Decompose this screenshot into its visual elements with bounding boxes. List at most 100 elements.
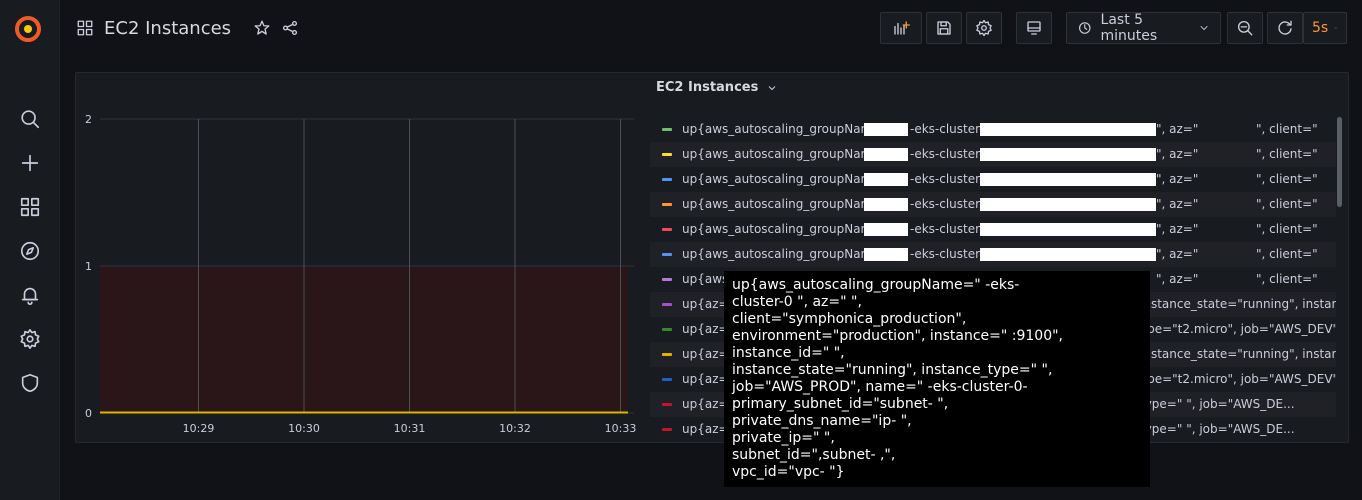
time-range-picker[interactable]: Last 5 minutes <box>1066 12 1221 44</box>
legend-color-swatch[interactable] <box>662 228 672 231</box>
graph-plot[interactable]: 0 1 2 10:29 10:30 10:31 10:32 10:33 <box>76 73 636 444</box>
dashboards-icon[interactable] <box>18 195 42 219</box>
legend-item[interactable]: up{aws_autoscaling_groupName=" -eks-clust… <box>650 217 1336 242</box>
tooltip-line: environment="production", instance=" :91… <box>732 328 1064 344</box>
tooltip-line: instance_state="running", instance_type=… <box>732 362 1053 378</box>
zoom-out-icon <box>1237 20 1253 36</box>
redaction-mask <box>980 248 1156 261</box>
legend-color-swatch[interactable] <box>662 428 672 431</box>
add-panel-button[interactable] <box>880 12 922 44</box>
x-tick-label: 10:32 <box>499 422 531 435</box>
redaction-mask <box>864 123 908 136</box>
legend-label-part: ", client=" <box>1256 122 1318 136</box>
x-tick-label: 10:29 <box>183 422 215 435</box>
legend-label-part: ", az=" <box>1156 147 1199 161</box>
legend-color-swatch[interactable] <box>662 278 672 281</box>
refresh-interval-label: 5s <box>1312 20 1329 36</box>
y-tick-label: 2 <box>85 113 92 126</box>
redaction-mask <box>980 223 1156 236</box>
redaction-mask <box>980 148 1156 161</box>
legend-label-part: ", az=" <box>1156 122 1199 136</box>
chevron-down-icon <box>1200 26 1208 30</box>
plus-icon[interactable] <box>18 151 42 175</box>
panel-header[interactable]: EC2 Instances <box>656 80 778 95</box>
legend-color-swatch[interactable] <box>662 378 672 381</box>
legend-scrollbar[interactable] <box>1337 117 1342 207</box>
zoom-out-button[interactable] <box>1227 12 1263 44</box>
monitor-icon <box>1027 21 1041 35</box>
legend-label-part: type=" ", job="AWS_DE... <box>1140 422 1295 436</box>
tooltip-line: private_dns_name="ip- ", <box>732 413 912 429</box>
refresh-interval-picker[interactable]: 5s <box>1303 12 1347 44</box>
panel-title: EC2 Instances <box>656 80 759 95</box>
legend-item[interactable]: up{aws_autoscaling_groupName=" -eks-clust… <box>650 192 1336 217</box>
legend-item[interactable]: up{aws_autoscaling_groupName=" -eks-clust… <box>650 242 1336 267</box>
grafana-logo-icon[interactable] <box>12 12 44 44</box>
legend-color-swatch[interactable] <box>662 328 672 331</box>
y-tick-label: 0 <box>85 407 92 420</box>
legend-label-part: ype="t2.micro", job="AWS_DEV", n... <box>1140 322 1336 336</box>
dashboard-title-wrap: EC2 Instances <box>76 14 299 42</box>
legend-label-part: ", client=" <box>1256 197 1318 211</box>
redaction-mask <box>864 248 908 261</box>
redaction-mask <box>980 123 1156 136</box>
redaction-mask <box>864 223 908 236</box>
redaction-mask <box>864 198 908 211</box>
legend-color-swatch[interactable] <box>662 203 672 206</box>
tooltip-line: cluster-0 ", az=" ", <box>732 294 862 310</box>
legend-color-swatch[interactable] <box>662 128 672 131</box>
x-tick-label: 10:30 <box>288 422 320 435</box>
refresh-button[interactable] <box>1267 12 1303 44</box>
tooltip-line: up{aws_autoscaling_groupName=" -eks- <box>732 277 1020 293</box>
legend-item[interactable]: up{aws_autoscaling_groupName=" -eks-clust… <box>650 117 1336 142</box>
legend-label-part: ", client=" <box>1256 247 1318 261</box>
legend-color-swatch[interactable] <box>662 153 672 156</box>
time-range-label: Last 5 minutes <box>1100 12 1158 44</box>
legend-label-part: ", client=" <box>1256 222 1318 236</box>
legend-item[interactable]: up{aws_autoscaling_groupName=" -eks-clust… <box>650 167 1336 192</box>
gear-icon <box>976 19 992 37</box>
legend-color-swatch[interactable] <box>662 253 672 256</box>
graph-panel: EC2 Instances 0 1 2 10:29 10:30 10:31 10:32 10:… <box>75 72 1349 443</box>
legend-label-part: ", az=" <box>1156 247 1199 261</box>
search-icon[interactable] <box>18 107 42 131</box>
refresh-icon <box>1278 20 1292 35</box>
legend-label-part: ", az=" <box>1156 197 1199 211</box>
server-admin-shield-icon[interactable] <box>18 371 42 395</box>
chevron-down-icon <box>1335 27 1338 29</box>
share-icon[interactable] <box>281 19 299 37</box>
alerting-bell-icon[interactable] <box>18 283 42 307</box>
legend-label-part: type=" ", job="AWS_DE... <box>1140 397 1295 411</box>
legend-label-part: ", az=" <box>1156 272 1199 286</box>
save-dashboard-button[interactable] <box>926 12 962 44</box>
dashboards-grid-icon <box>77 20 93 36</box>
legend-label-part: ", client=" <box>1256 172 1318 186</box>
legend-color-swatch[interactable] <box>662 403 672 406</box>
legend-color-swatch[interactable] <box>662 303 672 306</box>
legend-color-swatch[interactable] <box>662 353 672 356</box>
dashboard-title[interactable]: EC2 Instances <box>104 18 231 39</box>
legend-color-swatch[interactable] <box>662 178 672 181</box>
tooltip-line: job="AWS_PROD", name=" -eks-cluster-0- <box>732 379 1028 395</box>
save-icon <box>937 21 951 35</box>
redaction-mask <box>980 173 1156 186</box>
redaction-mask <box>864 148 908 161</box>
legend-item[interactable]: up{aws_autoscaling_groupName=" -eks-clust… <box>650 142 1336 167</box>
redaction-mask <box>980 198 1156 211</box>
star-icon[interactable] <box>253 19 271 37</box>
chevron-down-icon <box>768 85 776 90</box>
cycle-view-mode-button[interactable] <box>1016 12 1052 44</box>
configuration-gear-icon[interactable] <box>18 327 42 351</box>
legend-label-part: ", client=" <box>1256 272 1318 286</box>
dashboard-settings-button[interactable] <box>966 12 1002 44</box>
legend-label-part: instance_state="running", instanc... <box>1140 347 1336 361</box>
y-tick-label: 1 <box>85 260 92 273</box>
x-tick-label: 10:33 <box>605 422 636 435</box>
add-panel-icon <box>894 21 910 35</box>
redaction-mask <box>864 173 908 186</box>
legend-label-part: ", az=" <box>1156 222 1199 236</box>
tooltip-line: vpc_id="vpc- "} <box>732 464 845 480</box>
legend-label-part: instance_state="running", instanc... <box>1140 297 1336 311</box>
x-tick-label: 10:31 <box>394 422 426 435</box>
explore-compass-icon[interactable] <box>18 239 42 263</box>
